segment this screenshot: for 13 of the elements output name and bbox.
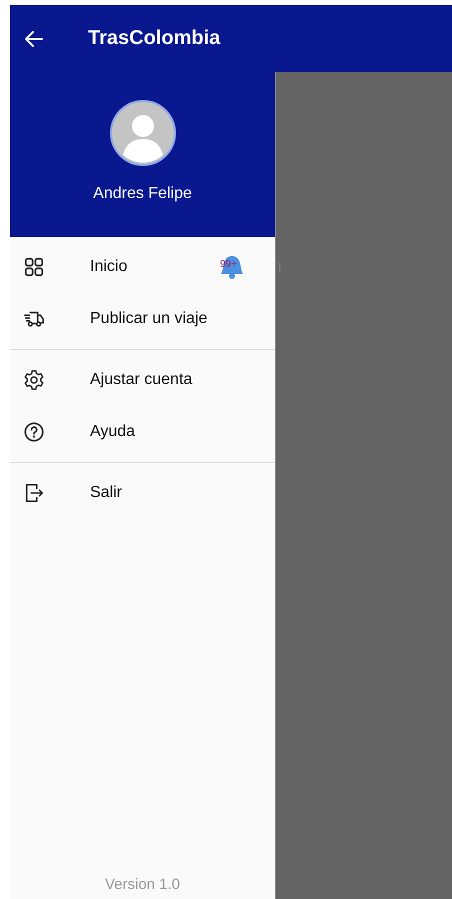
- menu-item[interactable]: Publicar un viaje: [10, 293, 275, 345]
- version-label: Version 1.0: [104, 876, 182, 895]
- grid-icon: [23, 256, 45, 278]
- gear-icon: [23, 369, 45, 391]
- app-title: TrasColombia: [88, 27, 220, 50]
- menu-item[interactable]: Ajustar cuenta: [10, 354, 275, 406]
- menu-item[interactable]: Ayuda: [10, 406, 275, 458]
- logout-icon: [23, 482, 45, 504]
- text-fragment: !: [278, 260, 282, 275]
- avatar-icon: [108, 99, 176, 167]
- help-icon: [23, 421, 45, 443]
- user-name: Andres Felipe: [93, 185, 192, 203]
- menu-item[interactable]: Salir: [10, 467, 275, 519]
